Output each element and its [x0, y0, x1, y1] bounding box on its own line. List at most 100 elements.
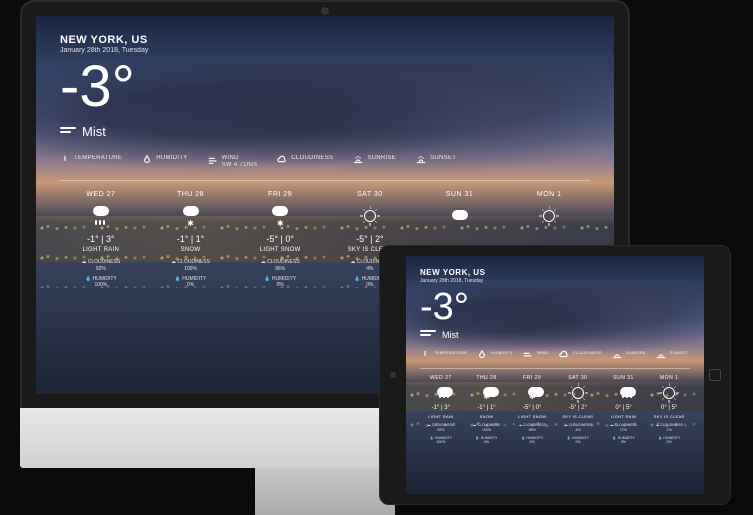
date-label: January 28th 2018, Tuesday — [420, 278, 690, 284]
day-cloudiness-label: ☁ CLOUDINESS — [557, 423, 599, 427]
day-cloudiness: 100% — [466, 428, 508, 432]
stat-cloudiness: CLOUDINESS — [559, 350, 602, 360]
mist-icon — [60, 127, 76, 137]
stats-row: TEMPERATURE HUMIDITY WIND CLOUDINESS SUN… — [420, 350, 690, 360]
day-condition: LIGHT SNOW — [511, 414, 553, 419]
wind-icon — [208, 155, 218, 165]
stat-sunset: SUNSET — [656, 350, 688, 360]
droplet-icon — [477, 350, 487, 360]
day-name: SAT 30 — [329, 191, 411, 198]
snow-icon — [524, 385, 540, 401]
forecast-day[interactable]: THU 28-1° | 1°SNOW☁ CLOUDINESS100%💧 HUMI… — [150, 191, 232, 289]
stat-wind: WIND — [523, 350, 549, 360]
day-cloudiness: 96% — [511, 428, 553, 432]
day-cloudiness-label: ☁ CLOUDINESS — [420, 423, 462, 427]
day-name: THU 28 — [466, 375, 508, 381]
day-condition: SKY IS CLEAR — [648, 414, 690, 419]
day-condition: SNOW — [150, 247, 232, 253]
day-cloudiness-label: ☁ CLOUDINESS — [60, 259, 142, 265]
stat-temperature: TEMPERATURE — [60, 155, 122, 168]
day-cloudiness: 92% — [60, 266, 142, 272]
monitor-foot — [255, 468, 395, 515]
current-temperature: -3° — [60, 58, 590, 116]
divider — [420, 368, 690, 369]
day-cloudiness: 1% — [648, 428, 690, 432]
thermometer-icon — [420, 350, 430, 360]
day-name: SAT 30 — [557, 375, 599, 381]
day-condition: LIGHT SNOW — [239, 247, 321, 253]
condition-text: Mist — [82, 124, 106, 139]
day-humidity: 100% — [60, 282, 142, 288]
cloud-rain-icon — [89, 204, 113, 228]
stat-humidity: HUMIDITY — [477, 350, 513, 360]
day-temp: -5° | 2° — [329, 234, 411, 244]
forecast-row-tablet: WED 27-1° | 3°LIGHT RAIN☁ CLOUDINESS92%💧… — [420, 375, 690, 445]
cloud-icon — [277, 155, 287, 165]
cloud-icon — [559, 350, 569, 360]
tablet-frame: NEW YORK, US January 28th 2018, Tuesday … — [379, 245, 731, 505]
stat-temperature: TEMPERATURE — [420, 350, 467, 360]
current-condition: Mist — [420, 330, 690, 340]
day-cloudiness: 100% — [150, 266, 232, 272]
cloud-icon — [448, 204, 472, 228]
day-temp: -1° | 1° — [150, 234, 232, 244]
droplet-icon — [142, 155, 152, 165]
day-condition: LIGHT RAIN — [60, 247, 142, 253]
day-temp: -1° | 3° — [420, 405, 462, 411]
forecast-day[interactable]: MON 10° | 5°SKY IS CLEAR☁ CLOUDINESS1%💧 … — [648, 375, 690, 445]
tablet-screen: NEW YORK, US January 28th 2018, Tuesday … — [406, 256, 704, 494]
stat-sunset: SUNSET — [416, 155, 456, 168]
snow-icon — [268, 204, 292, 228]
day-condition: LIGHT RAIN — [420, 414, 462, 419]
day-cloudiness-label: ☁ CLOUDINESS — [239, 259, 321, 265]
day-cloudiness: 4% — [557, 428, 599, 432]
day-name: MON 1 — [648, 375, 690, 381]
forecast-day[interactable]: FRI 29-5° | 0°LIGHT SNOW☁ CLOUDINESS96%💧… — [239, 191, 321, 289]
day-cloudiness: 17% — [603, 428, 645, 432]
day-cloudiness-label: ☁ CLOUDINESS — [466, 423, 508, 427]
stats-row: TEMPERATURE HUMIDITY WINDSW 4.71m/s CLOU… — [60, 155, 590, 168]
day-name: FRI 29 — [511, 375, 553, 381]
weather-content: NEW YORK, US January 28th 2018, Tuesday … — [406, 256, 704, 457]
day-temp: -5° | 0° — [239, 234, 321, 244]
day-name: FRI 29 — [239, 191, 321, 198]
day-condition: LIGHT RAIN — [603, 414, 645, 419]
forecast-day[interactable]: WED 27-1° | 3°LIGHT RAIN☁ CLOUDINESS92%💧… — [60, 191, 142, 289]
mist-icon — [420, 330, 436, 340]
day-cloudiness-label: ☁ CLOUDINESS — [150, 259, 232, 265]
day-temp: 0° | 5° — [603, 405, 645, 411]
location-label: NEW YORK, US — [420, 268, 690, 277]
day-humidity: 0% — [511, 440, 553, 444]
day-cloudiness-label: ☁ CLOUDINESS — [648, 423, 690, 427]
stat-sunrise: SUNRISE — [612, 350, 646, 360]
forecast-day[interactable]: SUN 310° | 5°LIGHT RAIN☁ CLOUDINESS17%💧 … — [603, 375, 645, 445]
condition-text: Mist — [442, 330, 459, 340]
day-name: WED 27 — [420, 375, 462, 381]
current-temperature: -3° — [420, 288, 690, 326]
forecast-day[interactable]: FRI 29-5° | 0°LIGHT SNOW☁ CLOUDINESS96%💧… — [511, 375, 553, 445]
location-label: NEW YORK, US — [60, 34, 590, 46]
day-temp: -5° | 0° — [511, 405, 553, 411]
day-cloudiness: 92% — [420, 428, 462, 432]
forecast-day[interactable]: THU 28-1° | 1°SNOW☁ CLOUDINESS100%💧 HUMI… — [466, 375, 508, 445]
day-name: THU 28 — [150, 191, 232, 198]
day-temp: 0° | 5° — [648, 405, 690, 411]
sunrise-icon — [612, 350, 622, 360]
wind-icon — [523, 350, 533, 360]
day-temp: -5° | 2° — [557, 405, 599, 411]
forecast-day[interactable]: SAT 30-5° | 2°SKY IS CLEAR☁ CLOUDINESS4%… — [557, 375, 599, 445]
stat-humidity: HUMIDITY — [142, 155, 187, 168]
day-cloudiness: 96% — [239, 266, 321, 272]
day-humidity: 0% — [603, 440, 645, 444]
sun-icon — [358, 204, 382, 228]
forecast-day[interactable]: WED 27-1° | 3°LIGHT RAIN☁ CLOUDINESS92%💧… — [420, 375, 462, 445]
sun-icon — [661, 385, 677, 401]
sunset-icon — [656, 350, 666, 360]
day-humidity: 0% — [239, 282, 321, 288]
cloud-rain-icon — [433, 385, 449, 401]
sunrise-icon — [353, 155, 363, 165]
snow-icon — [479, 385, 495, 401]
divider — [60, 180, 590, 181]
current-condition: Mist — [60, 124, 590, 139]
day-humidity: 0% — [466, 440, 508, 444]
